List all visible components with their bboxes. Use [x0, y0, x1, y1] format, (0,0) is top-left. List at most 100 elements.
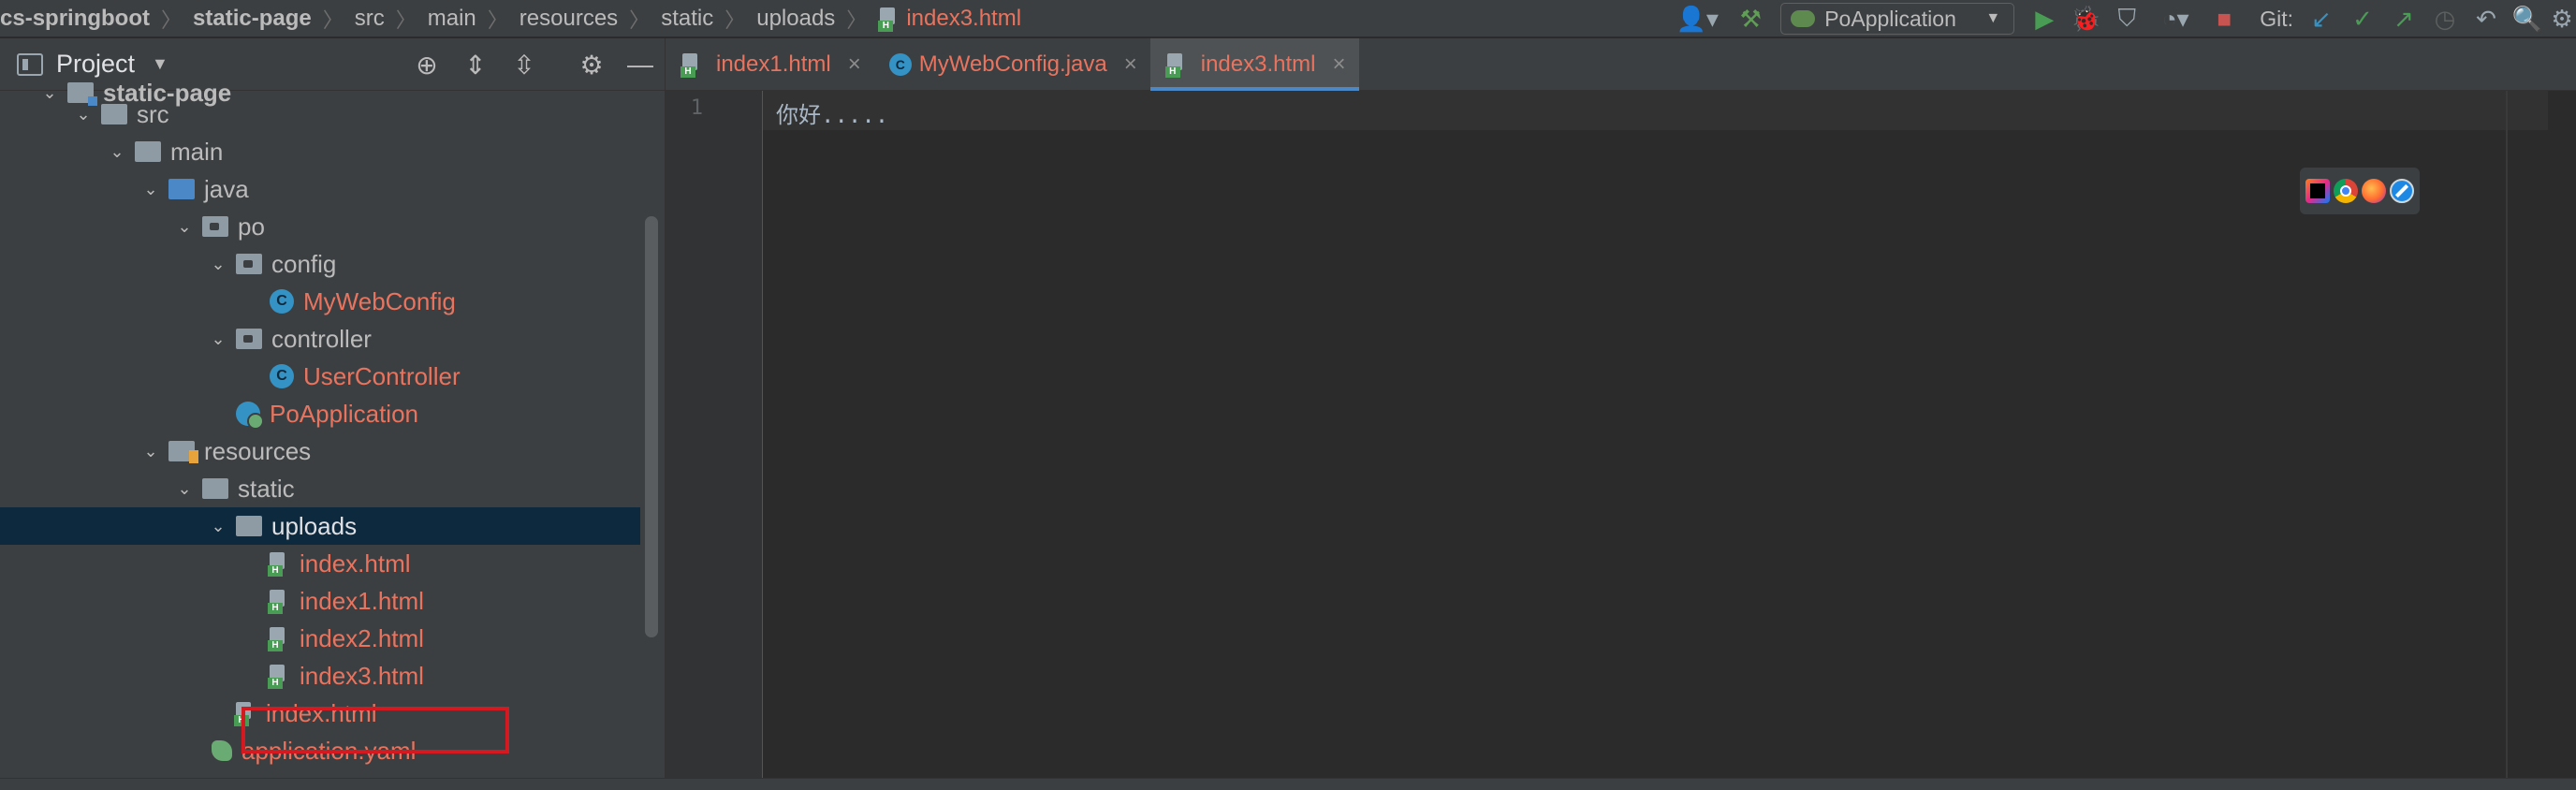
close-icon[interactable]: ×: [848, 51, 861, 78]
chevron-down-icon[interactable]: ⌄: [208, 329, 228, 349]
editor-scrollbar[interactable]: [2548, 91, 2576, 778]
breadcrumb-item-src[interactable]: src: [355, 6, 385, 32]
navigation-bar: cs-springboot 〉 static-page 〉 src 〉 main…: [0, 0, 2576, 37]
chevron-down-icon[interactable]: ▼: [152, 54, 168, 74]
user-account-icon[interactable]: 👤▾: [1664, 0, 1730, 37]
git-label: Git:: [2260, 6, 2293, 31]
chevron-down-icon[interactable]: ⌄: [174, 217, 195, 237]
tree-item-index2-html[interactable]: index2.html: [0, 620, 665, 657]
chevron-down-icon[interactable]: ⌄: [140, 180, 161, 199]
tree-item-index-html[interactable]: index.html: [0, 545, 665, 582]
git-history-icon[interactable]: ◷: [2424, 0, 2466, 37]
tree-item-static-index-html[interactable]: index.html: [0, 695, 665, 732]
tab-index3-html[interactable]: index3.html ×: [1149, 38, 1359, 91]
close-icon[interactable]: ×: [1332, 51, 1345, 78]
stop-icon[interactable]: ■: [2203, 0, 2245, 37]
ide-window: cs-springboot 〉 static-page 〉 src 〉 main…: [0, 0, 2576, 790]
settings-icon[interactable]: ⚙: [2548, 0, 2576, 37]
tree-item-uploads[interactable]: ⌄ uploads: [0, 507, 665, 545]
tree-item-usercontroller[interactable]: C UserController: [0, 358, 665, 395]
firefox-browser-icon[interactable]: [2362, 179, 2386, 203]
chevron-down-icon[interactable]: ⌄: [73, 105, 94, 124]
tree-item-label: application.yaml: [242, 736, 417, 765]
chevron-right-icon: 〉: [629, 7, 651, 32]
tree-item-resources[interactable]: ⌄ resources: [0, 432, 665, 470]
tree-item-label: index.html: [300, 549, 411, 578]
tree-item-label: PoApplication: [270, 399, 418, 428]
breadcrumb-item-uploads[interactable]: uploads: [756, 6, 835, 32]
git-update-icon[interactable]: ↙: [2301, 0, 2342, 37]
tree-item-config[interactable]: ⌄ config: [0, 245, 665, 283]
tree-item-poapplication[interactable]: PoApplication: [0, 395, 665, 432]
chevron-down-icon[interactable]: ⌄: [208, 255, 228, 274]
code-line-1[interactable]: 你好.....: [776, 96, 888, 129]
chevron-down-icon[interactable]: ⌄: [140, 442, 161, 461]
search-icon[interactable]: 🔍: [2507, 0, 2548, 37]
tree-item-static[interactable]: ⌄ static: [0, 470, 665, 507]
intellij-preview-icon[interactable]: [2305, 179, 2330, 203]
coverage-icon[interactable]: ⛉: [2106, 0, 2147, 37]
git-commit-icon[interactable]: ✓: [2342, 0, 2383, 37]
tree-item-controller[interactable]: ⌄ controller: [0, 320, 665, 358]
tab-index1-html[interactable]: index1.html ×: [666, 38, 874, 91]
breadcrumb-item-module[interactable]: static-page: [193, 6, 312, 32]
main-toolbar: 👤▾ ⚒ PoApplication ▼ ▶ 🐞 ⛉ ◔▾ ■ Git: ↙ ✓…: [1664, 0, 2576, 37]
tab-label: MyWebConfig.java: [918, 51, 1107, 77]
tree-item-po[interactable]: ⌄ po: [0, 208, 665, 245]
folder-icon: [101, 104, 127, 124]
run-configuration-label: PoApplication: [1824, 6, 1956, 31]
editor-tabs: index1.html × C MyWebConfig.java × index…: [666, 38, 2576, 91]
tree-item-label: config: [271, 249, 337, 278]
tree-item-label: po: [238, 212, 265, 241]
html-file-icon: [268, 552, 288, 577]
status-bar: [0, 778, 2576, 790]
safari-browser-icon[interactable]: [2390, 179, 2414, 203]
profiler-icon[interactable]: ◔▾: [2147, 0, 2203, 37]
chevron-right-icon: 〉: [322, 7, 344, 32]
tree-item-src[interactable]: ⌄ src: [0, 95, 665, 133]
resources-folder-icon: [168, 441, 198, 463]
chevron-right-icon: 〉: [487, 7, 508, 32]
tree-item-java[interactable]: ⌄ java: [0, 170, 665, 208]
folder-icon: [135, 141, 161, 162]
tree-item-index1-html[interactable]: index1.html: [0, 582, 665, 620]
breadcrumb-item-main[interactable]: main: [428, 6, 476, 32]
project-scrollbar[interactable]: [645, 216, 658, 637]
line-number: 1: [690, 96, 703, 120]
breadcrumb-item-file[interactable]: index3.html: [878, 6, 1021, 32]
package-icon: [202, 216, 228, 237]
breadcrumb-item-resources[interactable]: resources: [520, 6, 618, 32]
chevron-down-icon[interactable]: ⌄: [208, 517, 228, 536]
java-class-icon: C: [888, 53, 912, 76]
git-push-icon[interactable]: ↗: [2383, 0, 2424, 37]
chevron-down-icon[interactable]: ⌄: [107, 142, 127, 162]
current-line-highlight: [763, 91, 2569, 130]
close-icon[interactable]: ×: [1124, 51, 1137, 78]
tree-item-label: index1.html: [300, 586, 424, 615]
tab-label: index1.html: [716, 51, 831, 77]
html-file-icon: [268, 627, 288, 651]
tree-item-label: controller: [271, 324, 372, 353]
breadcrumb-item-project[interactable]: cs-springboot: [0, 6, 150, 32]
tree-item-label: static: [238, 474, 295, 503]
tab-mywebconfig-java[interactable]: C MyWebConfig.java ×: [874, 38, 1150, 91]
tree-item-index3-html[interactable]: index3.html: [0, 657, 665, 695]
breadcrumb-item-static[interactable]: static: [661, 6, 713, 32]
tree-item-main[interactable]: ⌄ main: [0, 133, 665, 170]
tree-item-mywebconfig[interactable]: C MyWebConfig: [0, 283, 665, 320]
chevron-right-icon: 〉: [724, 7, 746, 32]
html-file-icon: [268, 665, 288, 689]
tree-item-application-yaml[interactable]: application.yaml: [0, 732, 665, 769]
run-configuration-select[interactable]: PoApplication ▼: [1780, 3, 2015, 35]
debug-icon[interactable]: 🐞: [2065, 0, 2106, 37]
folder-icon: [236, 516, 262, 536]
spring-boot-class-icon: [236, 402, 264, 430]
run-icon[interactable]: ▶: [2024, 0, 2065, 37]
rollback-icon[interactable]: ↶: [2466, 0, 2507, 37]
tree-item-label: resources: [204, 436, 312, 465]
line-number-gutter: [666, 91, 763, 778]
build-hammer-icon[interactable]: ⚒: [1730, 0, 1771, 37]
chrome-browser-icon[interactable]: [2334, 179, 2358, 203]
chevron-down-icon[interactable]: ⌄: [174, 479, 195, 499]
yaml-file-icon: [212, 740, 232, 761]
